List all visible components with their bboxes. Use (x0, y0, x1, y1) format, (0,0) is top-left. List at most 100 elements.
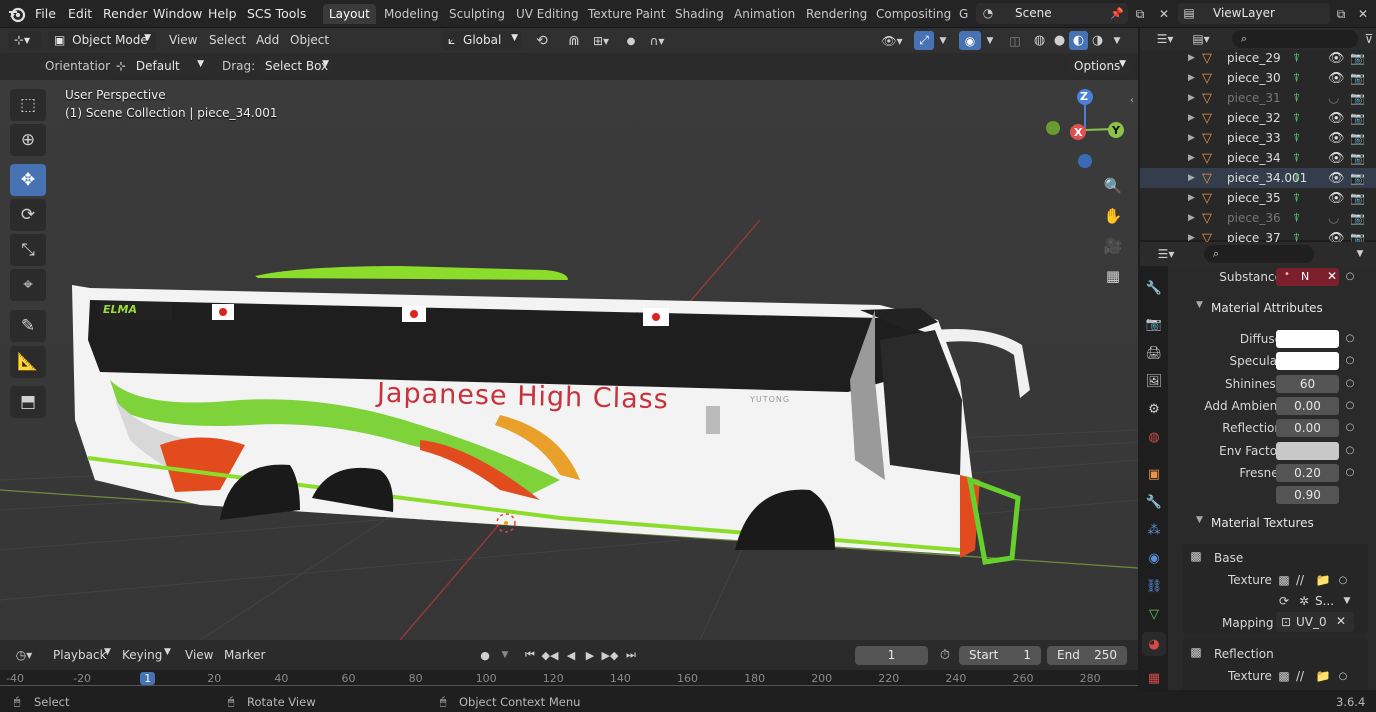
delete-scene-icon[interactable]: ✕ (1155, 5, 1173, 23)
expand-arrow-icon[interactable]: ▶ (1188, 113, 1195, 123)
sidebar-toggle-icon[interactable]: ‹ (1127, 93, 1137, 107)
start-frame-field[interactable]: Start 1 (959, 646, 1041, 665)
view-layer-tab-icon[interactable]: 🖼 (1144, 371, 1164, 391)
filter-icon[interactable]: ⊽ (1362, 30, 1376, 48)
expand-arrow-icon[interactable]: ▶ (1188, 133, 1195, 143)
rendered-shading-icon[interactable]: ◑ (1088, 31, 1107, 50)
output-tab-icon[interactable]: 🖨 (1144, 343, 1164, 363)
keyframe-dot-icon[interactable]: ○ (1342, 420, 1358, 436)
menu-playback[interactable]: Playback (53, 648, 107, 662)
chevron-down-icon[interactable]: ▼ (498, 646, 512, 664)
scene-tab-icon[interactable]: ⚙ (1144, 399, 1164, 419)
render-camera-icon[interactable]: 📷 (1350, 51, 1365, 65)
xray-icon[interactable]: ◫ (1006, 32, 1024, 50)
pan-hand-icon[interactable]: ✋ (1101, 204, 1125, 228)
wireframe-shading-icon[interactable]: ◍ (1030, 31, 1049, 50)
texture-settings-value[interactable]: S... (1315, 594, 1334, 608)
expand-arrow-icon[interactable]: ▶ (1188, 213, 1195, 223)
visibility-eye-icon[interactable]: 👁 (1328, 71, 1345, 86)
3d-viewport[interactable]: ELMA Japanese High Class YUTONG User Per… (0, 80, 1138, 640)
snap-target-icon[interactable]: ⊞▾ (588, 32, 614, 50)
overlays-toggle-icon[interactable]: ◉ (959, 31, 981, 50)
data-tab-icon[interactable]: ▽ (1144, 604, 1164, 624)
object-tab-icon[interactable]: ▣ (1144, 464, 1164, 484)
tab-modeling[interactable]: Modeling (384, 7, 439, 21)
current-frame-field[interactable]: 1 (855, 646, 928, 665)
tab-layout[interactable]: Layout (323, 4, 376, 24)
outliner-row[interactable]: ▶ ▽ piece_34.001 ⍒ 👁 📷 (1140, 168, 1376, 188)
menu-keying[interactable]: Keying (122, 648, 162, 662)
menu-select[interactable]: Select (209, 33, 246, 47)
solid-shading-icon[interactable]: ● (1050, 31, 1069, 50)
options-dropdown[interactable]: Options ▼ (1068, 57, 1130, 76)
tab-more[interactable]: G (959, 7, 968, 21)
move-tool[interactable]: ✥ (10, 164, 46, 196)
outliner-row[interactable]: ▶ ▽ piece_34 ⍒ 👁 📷 (1140, 148, 1376, 168)
display-mode-icon[interactable]: ▤▾ (1186, 30, 1216, 48)
tab-sculpting[interactable]: Sculpting (449, 7, 505, 21)
visibility-eye-icon[interactable]: ◡ (1328, 211, 1339, 226)
render-camera-icon[interactable]: 📷 (1350, 91, 1365, 105)
expand-arrow-icon[interactable]: ▶ (1188, 173, 1195, 183)
tab-shading[interactable]: Shading (675, 7, 724, 21)
editor-type-icon[interactable]: ◷▾ (8, 646, 40, 664)
attribute-value-field[interactable]: 0.00 (1276, 419, 1339, 438)
keyframe-dot-icon[interactable]: ○ (1342, 398, 1358, 414)
menu-edit[interactable]: Edit (68, 6, 92, 21)
mesh-data-icon[interactable]: ⍒ (1293, 91, 1300, 106)
delete-view-layer-icon[interactable]: ✕ (1354, 5, 1372, 23)
tool-tab-icon[interactable]: 🔧 (1144, 278, 1164, 298)
visibility-eye-icon[interactable]: 👁 (1328, 151, 1345, 166)
view-layer-selector[interactable]: ▤ ViewLayer (1178, 3, 1330, 24)
outliner-row[interactable]: ▶ ▽ piece_29 ⍒ 👁 📷 (1140, 48, 1376, 68)
new-view-layer-icon[interactable]: ⧉ (1332, 5, 1350, 23)
outliner-search-input[interactable]: ⌕ (1232, 30, 1358, 48)
tab-animation[interactable]: Animation (734, 7, 795, 21)
jump-end-icon[interactable]: ⏭ (621, 646, 641, 664)
proportional-edit-icon[interactable]: ● (622, 32, 640, 50)
outliner-row[interactable]: ▶ ▽ piece_36 ⍒ ◡ 📷 (1140, 208, 1376, 228)
clear-substance-icon[interactable]: ✕ (1327, 269, 1337, 283)
attribute-value-field[interactable]: 0.20 (1276, 463, 1339, 482)
jump-start-icon[interactable]: ⏮ (520, 646, 540, 664)
select-box-tool[interactable]: ⬚ (10, 89, 46, 121)
chevron-down-icon[interactable]: ▼ (1352, 245, 1368, 263)
chevron-down-icon[interactable]: ▼ (1110, 32, 1124, 50)
folder-icon[interactable]: 📁 (1314, 667, 1332, 685)
cursor-tool[interactable]: ⊕ (10, 124, 46, 156)
menu-window[interactable]: Window (153, 6, 202, 21)
snap-toggle-icon[interactable]: ⋒ (563, 32, 585, 50)
material-textures-section[interactable]: ▼ Material Textures (1168, 511, 1368, 535)
mesh-data-icon[interactable]: ⍒ (1293, 191, 1300, 206)
rotate-tool[interactable]: ⟳ (10, 199, 46, 231)
visibility-eye-icon[interactable]: 👁 (1328, 111, 1345, 126)
tab-uv-editing[interactable]: UV Editing (516, 7, 579, 21)
menu-view[interactable]: View (169, 33, 197, 47)
outliner-row[interactable]: ▶ ▽ piece_33 ⍒ 👁 📷 (1140, 128, 1376, 148)
perspective-grid-icon[interactable]: ▦ (1101, 264, 1125, 288)
material-attributes-section[interactable]: ▼ Material Attributes (1168, 296, 1368, 320)
render-camera-icon[interactable]: 📷 (1350, 71, 1365, 85)
transform-tool[interactable]: ⌖ (10, 269, 46, 301)
attribute-value-field[interactable]: 0.00 (1276, 396, 1339, 415)
render-camera-icon[interactable]: 📷 (1350, 111, 1365, 125)
keyframe-dot-icon[interactable]: ○ (1342, 443, 1358, 459)
outliner-row[interactable]: ▶ ▽ piece_30 ⍒ 👁 📷 (1140, 68, 1376, 88)
add-cube-tool[interactable]: ⬒ (10, 386, 46, 418)
tab-rendering[interactable]: Rendering (806, 7, 867, 21)
render-camera-icon[interactable]: 📷 (1350, 211, 1365, 225)
menu-render[interactable]: Render (103, 6, 148, 21)
falloff-icon[interactable]: ∩▾ (644, 32, 670, 50)
outliner-row[interactable]: ▶ ▽ piece_31 ⍒ ◡ 📷 (1140, 88, 1376, 108)
keyframe-dot-icon[interactable]: ○ (1342, 269, 1358, 285)
mesh-data-icon[interactable]: ⍒ (1293, 111, 1300, 126)
pin-icon[interactable]: 📌 (1109, 5, 1125, 21)
mesh-data-icon[interactable]: ⍒ (1293, 211, 1300, 226)
tab-compositing[interactable]: Compositing (876, 7, 951, 21)
play-icon[interactable]: ▶ (580, 646, 600, 664)
expand-arrow-icon[interactable]: ▶ (1188, 53, 1195, 63)
next-keyframe-icon[interactable]: ▶◆ (600, 646, 620, 664)
expand-arrow-icon[interactable]: ▶ (1188, 73, 1195, 83)
outliner-row[interactable]: ▶ ▽ piece_35 ⍒ 👁 📷 (1140, 188, 1376, 208)
timeline-ruler[interactable]: -40 -20 1 20 40 60 80 100 120 140 160 180 200 220 240 2… (0, 670, 1138, 692)
